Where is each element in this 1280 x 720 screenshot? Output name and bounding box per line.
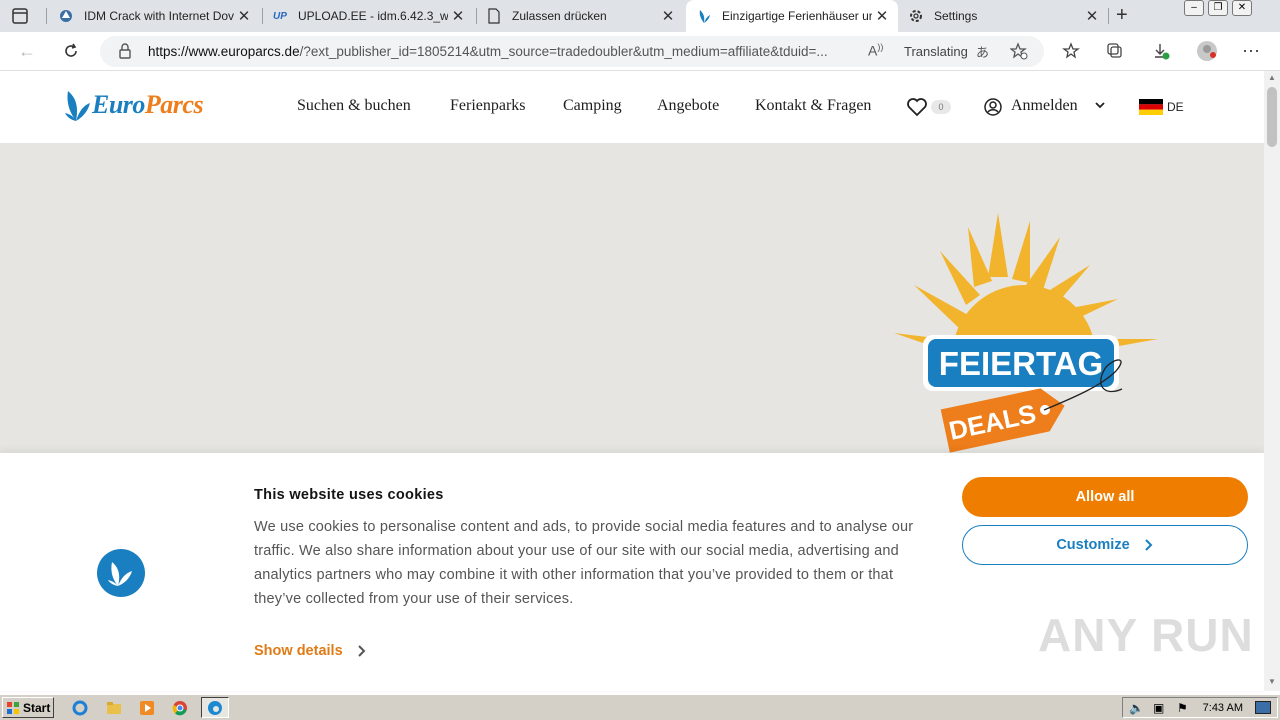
refresh-icon[interactable] (60, 40, 82, 62)
add-favorite-icon[interactable] (1009, 42, 1028, 65)
profile-avatar-icon[interactable] (1196, 40, 1218, 62)
tab-separator (1108, 8, 1109, 24)
scroll-thumb[interactable] (1267, 87, 1277, 147)
minimize-icon[interactable]: – (1184, 0, 1204, 16)
address-toolbar: ← https://www.europarcs.de/?ext_publishe… (0, 32, 1280, 71)
allow-all-button[interactable]: Allow all (962, 477, 1248, 517)
nav-ferienparks[interactable]: Ferienparks (450, 97, 526, 115)
europarcs-logo[interactable]: EuroParcs (64, 87, 204, 123)
site-header: EuroParcs Suchen & buchen Ferienparks Ca… (0, 71, 1264, 143)
windows-taskbar: Start 🔈 ▣ ⚑ 7:43 AM (0, 694, 1280, 720)
downloads-icon[interactable] (1150, 40, 1172, 62)
tab-title: UPLOAD.EE - idm.6.42.3_wit (298, 9, 448, 23)
start-button[interactable]: Start (2, 697, 54, 718)
cookie-description: We use cookies to personalise content an… (254, 519, 914, 607)
collections-icon[interactable] (1104, 40, 1126, 62)
browser-tab-bar: IDM Crack with Internet Dov ✕ UP UPLOAD.… (0, 0, 1280, 32)
back-icon[interactable]: ← (16, 40, 38, 62)
language-label[interactable]: DE (1167, 100, 1184, 114)
flag-icon[interactable]: ⚑ (1177, 701, 1188, 715)
system-tray: 🔈 ▣ ⚑ 7:43 AM (1122, 697, 1278, 718)
scroll-up-icon[interactable]: ▲ (1268, 73, 1276, 82)
upload-ee-icon: UP (273, 10, 287, 22)
gear-icon (908, 8, 924, 24)
tab-upload-ee[interactable]: UP UPLOAD.EE - idm.6.42.3_wit ✕ (262, 0, 474, 32)
folder-icon[interactable] (104, 698, 124, 718)
windows-logo-icon (7, 701, 19, 714)
favorites-count-badge: 0 (931, 100, 951, 114)
badge-title: FEIERTAG (939, 345, 1103, 382)
network-icon[interactable]: ▣ (1153, 701, 1164, 715)
anyrun-watermark: ANY RUN (1038, 609, 1254, 661)
start-label: Start (23, 700, 51, 715)
url-query: /?ext_publisher_id=1805214&utm_source=tr… (299, 44, 828, 59)
window-controls: – ❐ ✕ (1184, 0, 1252, 16)
url-field[interactable]: https://www.europarcs.de/?ext_publisher_… (100, 36, 1044, 67)
customize-button[interactable]: Customize (962, 525, 1248, 565)
url-text: https://www.europarcs.de/?ext_publisher_… (148, 44, 860, 59)
new-tab-icon[interactable]: + (1116, 4, 1128, 27)
media-player-icon[interactable] (137, 698, 157, 718)
tab-zulassen[interactable]: Zulassen drücken ✕ (476, 0, 684, 32)
nav-angebote[interactable]: Angebote (657, 97, 719, 115)
logo-text-euro: Euro (92, 90, 145, 119)
clock: 7:43 AM (1202, 702, 1243, 714)
internet-explorer-icon[interactable] (70, 698, 90, 718)
hero-banner: FEIERTAG DEALS (0, 143, 1264, 453)
feiertag-deals-badge: FEIERTAG DEALS (894, 213, 1158, 453)
translating-status: Translating (904, 44, 968, 59)
tab-settings[interactable]: Settings ✕ (898, 0, 1108, 32)
tab-title: IDM Crack with Internet Dov (84, 9, 234, 23)
logo-text-parcs: Parcs (144, 90, 204, 119)
translate-icon[interactable]: あ (976, 42, 989, 61)
show-details-link[interactable]: Show details (254, 643, 367, 659)
nav-kontakt-fragen[interactable]: Kontakt & Fragen (755, 97, 871, 115)
chrome-icon[interactable] (170, 698, 190, 718)
nav-suchen-buchen[interactable]: Suchen & buchen (297, 97, 411, 115)
read-aloud-icon[interactable]: A)) (868, 42, 883, 59)
idm-icon (58, 8, 74, 24)
tab-separator (46, 8, 47, 24)
lock-icon[interactable] (118, 43, 132, 64)
scroll-down-icon[interactable]: ▼ (1268, 677, 1276, 686)
favorites-icon[interactable] (1060, 40, 1082, 62)
nav-camping[interactable]: Camping (563, 97, 622, 115)
tab-europarcs[interactable]: Einzigartige Ferienhäuser ur ✕ (686, 0, 898, 32)
cookie-title: This website uses cookies (254, 487, 444, 503)
tab-title: Settings (934, 9, 978, 23)
login-link[interactable]: Anmelden (1011, 97, 1078, 115)
show-desktop-icon[interactable] (1255, 701, 1271, 714)
europarcs-round-logo-icon (97, 549, 145, 597)
close-tab-icon[interactable]: ✕ (872, 7, 892, 25)
page-icon (486, 8, 502, 24)
europarcs-leaf-icon (65, 91, 90, 121)
close-tab-icon[interactable]: ✕ (448, 7, 468, 25)
chevron-down-icon[interactable] (1093, 98, 1107, 117)
chevron-right-icon (1144, 539, 1153, 551)
europarcs-icon (696, 8, 712, 24)
close-window-icon[interactable]: ✕ (1232, 0, 1252, 16)
german-flag-icon[interactable] (1139, 99, 1163, 120)
chevron-right-icon (357, 645, 366, 657)
volume-icon[interactable]: 🔈 (1129, 701, 1144, 715)
maximize-icon[interactable]: ❐ (1208, 0, 1228, 16)
more-menu-icon[interactable]: ⋯ (1240, 40, 1262, 62)
close-tab-icon[interactable]: ✕ (234, 7, 254, 25)
tab-title: Zulassen drücken (512, 9, 607, 23)
page-scrollbar[interactable]: ▲ ▼ (1264, 71, 1280, 691)
edge-icon[interactable] (201, 697, 229, 718)
close-tab-icon[interactable]: ✕ (1082, 7, 1102, 25)
close-tab-icon[interactable]: ✕ (658, 7, 678, 25)
show-details-label: Show details (254, 643, 343, 659)
tab-title: Einzigartige Ferienhäuser ur (722, 9, 872, 23)
customize-label: Customize (1056, 537, 1130, 553)
favorites-heart-icon[interactable] (906, 97, 928, 122)
tab-idm[interactable]: IDM Crack with Internet Dov ✕ (48, 0, 260, 32)
user-icon (984, 98, 1002, 121)
url-domain: https://www.europarcs.de (148, 44, 300, 59)
tab-actions-menu-icon[interactable] (10, 6, 30, 26)
